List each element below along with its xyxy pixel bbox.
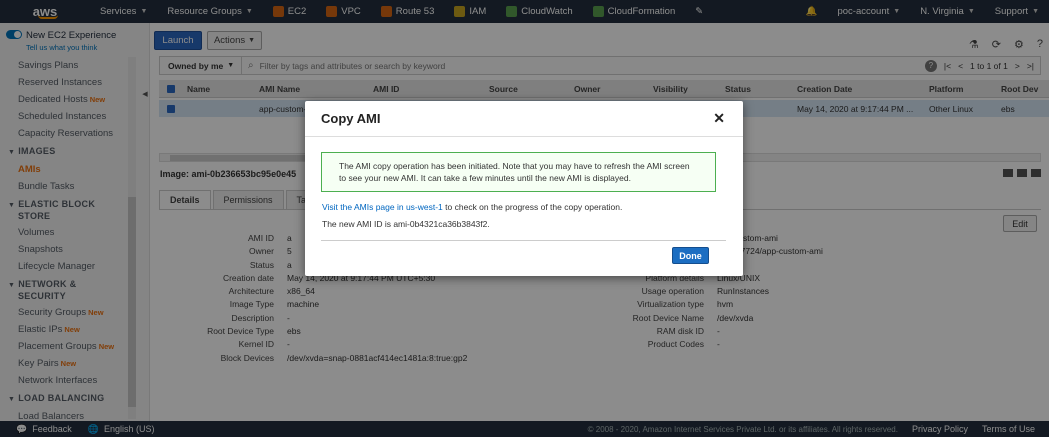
progress-info: Visit the AMIs page in us-west-1 to chec… (322, 202, 622, 212)
dialog-divider (321, 240, 726, 241)
copy-ami-dialog: Copy AMI ✕ The AMI copy operation has be… (305, 101, 743, 276)
close-icon[interactable]: ✕ (713, 110, 725, 127)
new-ami-id-text: The new AMI ID is ami-0b4321ca36b3843f2. (322, 219, 490, 229)
amis-page-link[interactable]: Visit the AMIs page in us-west-1 (322, 202, 443, 212)
dialog-header: Copy AMI ✕ (305, 101, 743, 137)
dialog-title: Copy AMI (321, 111, 381, 126)
progress-info-text: to check on the progress of the copy ope… (442, 202, 623, 212)
success-message: The AMI copy operation has been initiate… (321, 152, 716, 192)
done-button[interactable]: Done (672, 247, 709, 264)
